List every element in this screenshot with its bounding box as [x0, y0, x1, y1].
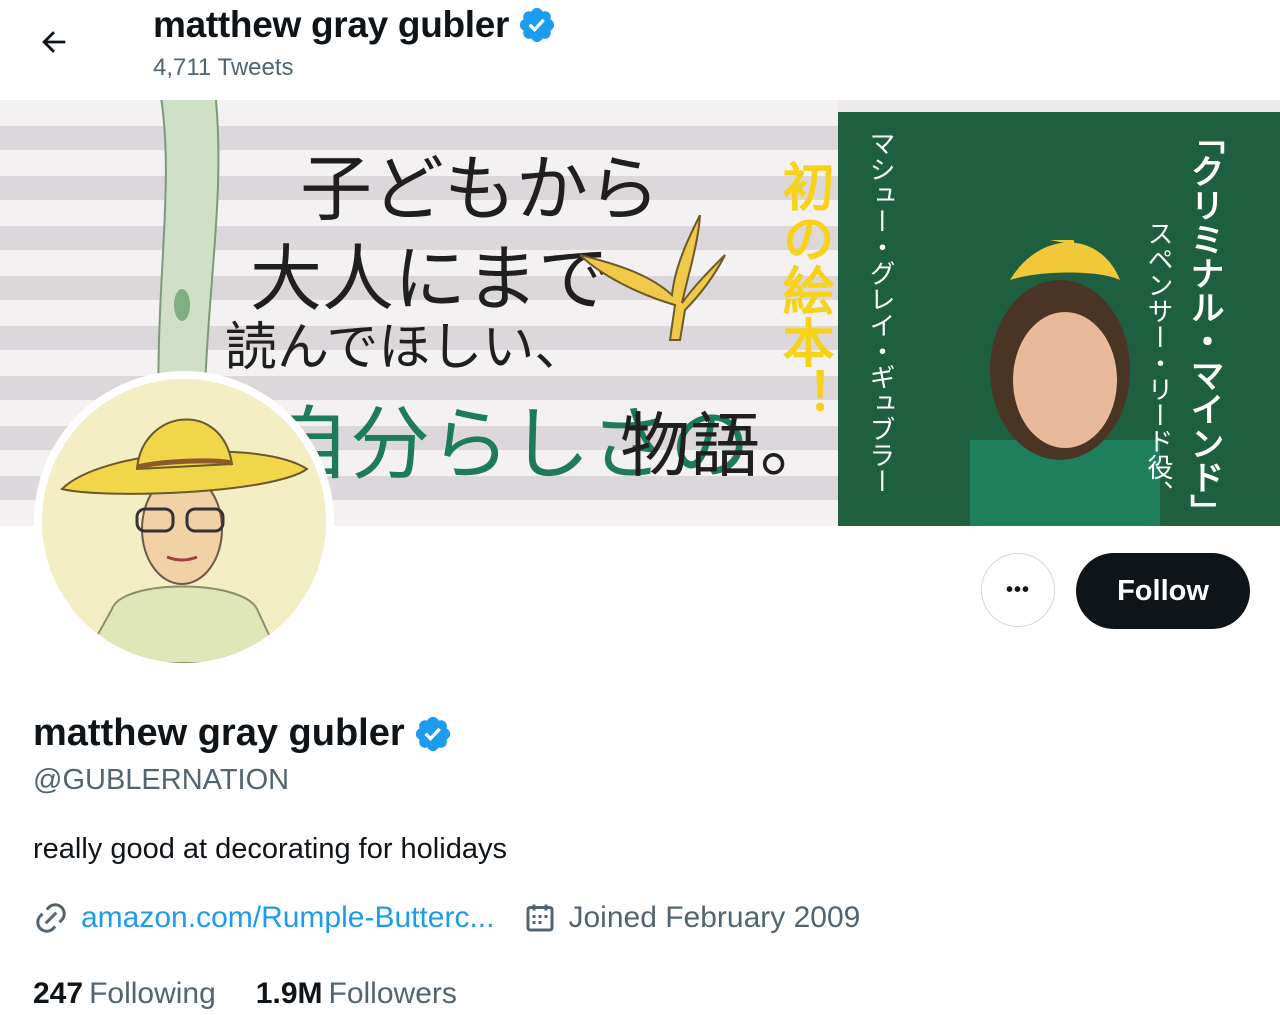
calendar-icon	[522, 900, 558, 936]
top-bar: matthew gray gubler 4,711 Tweets	[0, 0, 1280, 100]
profile-name: matthew gray gubler	[33, 712, 453, 755]
avatar-illustration	[42, 379, 326, 663]
followers-link[interactable]: 1.9M Followers	[256, 977, 457, 1011]
banner-vertical-name-text: マシュー・グレイ・ギュブラー	[865, 130, 895, 494]
profile-handle: @GUBLERNATION	[33, 764, 290, 796]
verified-badge-icon	[520, 7, 555, 43]
more-options-icon: •••	[1005, 578, 1030, 601]
banana-peel-illustration	[580, 215, 726, 341]
profile-name-text: matthew gray gubler	[33, 712, 405, 754]
avatar[interactable]	[34, 371, 334, 671]
joined-date: Joined February 2009	[568, 901, 861, 934]
following-link[interactable]: 247 Following	[33, 977, 216, 1011]
banner-vertical-title-text: 「クリミナル・マインド」	[1184, 120, 1224, 526]
banner-text-line-3: 読んでほしい、	[225, 318, 587, 378]
tweet-count: 4,711 Tweets	[153, 54, 294, 81]
back-button[interactable]	[22, 12, 86, 72]
profile-meta: amazon.com/Rumple-Butterc... Joined Febr…	[33, 900, 860, 936]
profile-stats: 247 Following 1.9M Followers	[33, 977, 457, 1011]
profile-bio: really good at decorating for holidays	[33, 833, 507, 865]
link-icon	[36, 903, 66, 933]
profile-website-link[interactable]: amazon.com/Rumple-Butterc...	[81, 901, 494, 935]
followers-label: Followers	[328, 977, 457, 1010]
more-options-button[interactable]: •••	[981, 553, 1055, 627]
follow-button[interactable]: Follow	[1076, 553, 1250, 629]
banner-portrait-photo	[970, 240, 1160, 526]
header-title: matthew gray gubler	[153, 4, 557, 46]
avatar-image	[42, 379, 326, 663]
verified-badge-icon	[415, 716, 450, 751]
followers-count: 1.9M	[255, 977, 323, 1010]
following-label: Following	[89, 977, 216, 1010]
banner-vertical-role-text: スペンサー・リード役、	[1143, 220, 1173, 506]
following-count: 247	[33, 977, 84, 1010]
arrow-left-icon	[42, 31, 66, 53]
header-name: matthew gray gubler	[153, 4, 510, 45]
banner-vertical-yellow-text: 初の絵本！	[773, 160, 833, 420]
